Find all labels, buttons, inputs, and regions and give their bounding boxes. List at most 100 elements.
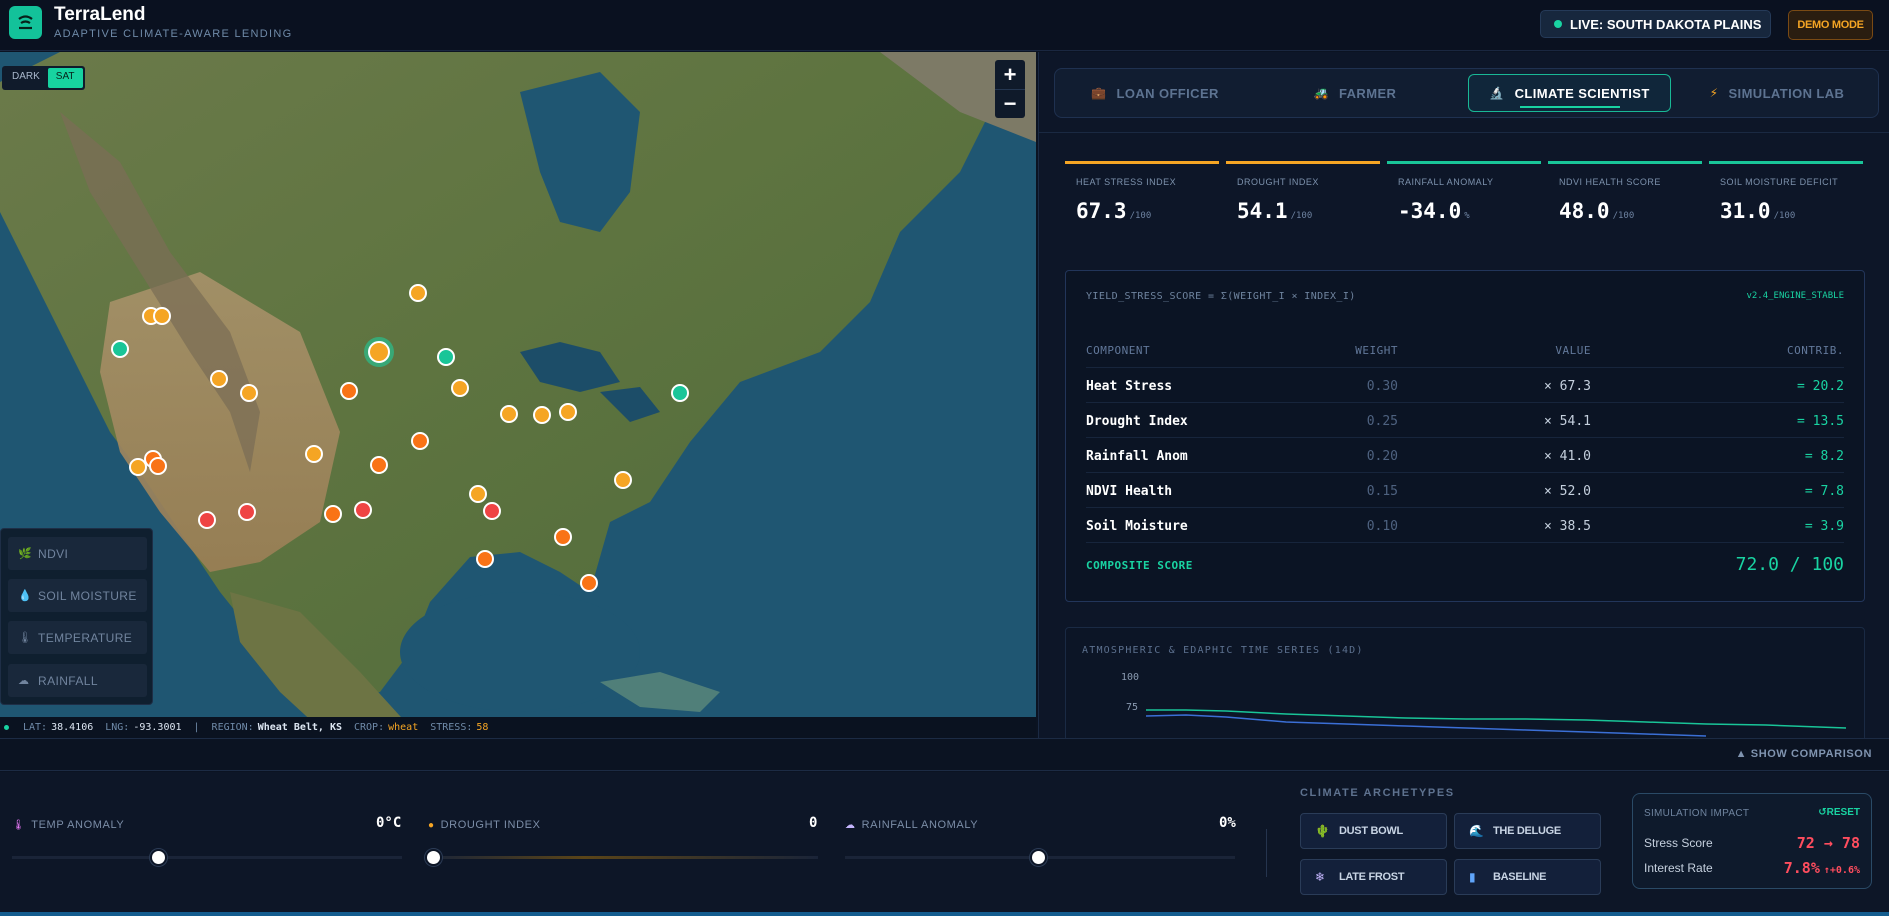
engine-version: v2.4_ENGINE_STABLE [1746, 291, 1844, 301]
live-region-badge[interactable]: LIVE: SOUTH DAKOTA PLAINS [1540, 10, 1771, 38]
leaf-icon: 🌿 [18, 548, 33, 560]
map-marker[interactable] [305, 445, 323, 463]
layer-ndvi[interactable]: 🌿 NDVI [8, 537, 147, 570]
satellite-map[interactable]: DARK SAT + − 🌿 NDVI 💧 SOIL MOISTURE 🌡 TE… [0, 52, 1036, 738]
map-marker[interactable] [198, 511, 216, 529]
col-weight: WEIGHT [1355, 344, 1398, 357]
map-style-sat[interactable]: SAT [47, 68, 83, 88]
panel-divider [1039, 132, 1889, 133]
yield-stress-formula-card: YIELD_STRESS_SCORE = Σ(WEIGHT_I × INDEX_… [1065, 270, 1865, 602]
map-marker[interactable] [671, 384, 689, 402]
zoom-out-button[interactable]: − [995, 89, 1025, 118]
tab-climate-scientist[interactable]: 🔬 CLIMATE SCIENTIST [1468, 74, 1671, 112]
metric-value: -34.0% [1398, 199, 1470, 223]
map-marker[interactable] [153, 307, 171, 325]
drought-index-thumb[interactable] [425, 849, 442, 866]
live-region-label: LIVE: SOUTH DAKOTA PLAINS [1570, 16, 1762, 32]
map-marker[interactable] [354, 501, 372, 519]
map-status-bar: LAT: 38.4106 LNG: -93.3001 | REGION: Wheat … [0, 717, 1036, 738]
tab-label: CLIMATE SCIENTIST [1514, 85, 1650, 101]
map-marker[interactable] [409, 284, 427, 302]
map-layers-panel: 🌿 NDVI 💧 SOIL MOISTURE 🌡 TEMPERATURE ☁ R… [0, 528, 153, 705]
demo-mode-button[interactable]: DEMO MODE [1788, 10, 1873, 40]
zoom-in-button[interactable]: + [995, 60, 1025, 89]
map-marker[interactable] [469, 485, 487, 503]
archetype-the-deluge[interactable]: 🌊 THE DELUGE [1454, 813, 1601, 849]
metric-ndvi: NDVI HEALTH SCORE 48.0/100 [1548, 161, 1702, 233]
timeseries-panel: ATMOSPHERIC & EDAPHIC TIME SERIES (14D) … [1065, 627, 1865, 738]
map-marker[interactable] [238, 503, 256, 521]
lng-value: -93.3001 [133, 722, 182, 733]
metric-label: SOIL MOISTURE DEFICIT [1720, 177, 1839, 187]
archetype-late-frost[interactable]: ❄ LATE FROST [1300, 859, 1447, 895]
composite-label: COMPOSITE SCORE [1086, 559, 1193, 572]
layer-temperature[interactable]: 🌡 TEMPERATURE [8, 621, 147, 654]
app-tagline: ADAPTIVE CLIMATE-AWARE LENDING [54, 28, 293, 40]
archetype-dust-bowl[interactable]: 🌵 DUST BOWL [1300, 813, 1447, 849]
rainfall-anomaly-thumb[interactable] [1030, 849, 1047, 866]
map-marker[interactable] [614, 471, 632, 489]
lng-label: LNG: [105, 722, 130, 733]
drought-index-track[interactable] [428, 856, 818, 859]
map-marker[interactable] [210, 370, 228, 388]
map-marker-selected[interactable] [368, 341, 390, 363]
map-marker[interactable] [476, 550, 494, 568]
timeseries-title: ATMOSPHERIC & EDAPHIC TIME SERIES (14D) [1082, 645, 1364, 656]
layer-soil-moisture[interactable]: 💧 SOIL MOISTURE [8, 579, 147, 612]
map-style-dark[interactable]: DARK [4, 68, 48, 88]
map-marker[interactable] [340, 382, 358, 400]
row-weight: 0.25 [1366, 414, 1398, 429]
stress-label: STRESS: [430, 722, 473, 733]
impact-rate-label: Interest Rate [1644, 861, 1713, 875]
tab-loan-officer[interactable]: 💼 LOAN OFFICER [1060, 74, 1250, 112]
app-header: TerraLend ADAPTIVE CLIMATE-AWARE LENDING… [0, 0, 1889, 51]
tab-label: FARMER [1339, 85, 1397, 101]
map-marker[interactable] [129, 458, 147, 476]
tab-farmer[interactable]: 🚜 FARMER [1260, 74, 1450, 112]
map-marker[interactable] [559, 403, 577, 421]
reset-button[interactable]: ↺RESET [1818, 807, 1860, 818]
row-contrib: = 8.2 [1804, 449, 1844, 464]
col-value: VALUE [1555, 344, 1591, 357]
map-marker[interactable] [580, 574, 598, 592]
map-marker[interactable] [240, 384, 258, 402]
map-marker[interactable] [324, 505, 342, 523]
controls-divider [1266, 829, 1267, 877]
map-marker[interactable] [111, 340, 129, 358]
simulation-controls: 🌡 TEMP ANOMALY 0°C ● DROUGHT INDEX 0 ☁ R… [0, 772, 1889, 912]
impact-stress-row: Stress Score 72 → 78 [1644, 834, 1860, 852]
map-marker[interactable] [370, 456, 388, 474]
table-row: Soil Moisture 0.10 × 38.5 = 3.9 [1086, 508, 1844, 543]
archetypes-title: CLIMATE ARCHETYPES [1300, 787, 1455, 799]
map-marker[interactable] [451, 379, 469, 397]
row-weight: 0.30 [1366, 379, 1398, 394]
archetype-baseline[interactable]: ▮ BASELINE [1454, 859, 1601, 895]
app-title: TerraLend [54, 4, 146, 25]
map-marker[interactable] [411, 432, 429, 450]
temp-anomaly-thumb[interactable] [150, 849, 167, 866]
layer-rainfall[interactable]: ☁ RAINFALL [8, 664, 147, 697]
snowflake-icon: ❄ [1315, 870, 1325, 884]
show-comparison-button[interactable]: ▲ SHOW COMPARISON [1736, 748, 1872, 760]
tab-simulation-lab[interactable]: ⚡ SIMULATION LAB [1682, 74, 1872, 112]
metric-rainfall-anomaly: RAINFALL ANOMALY -34.0% [1387, 161, 1541, 233]
map-marker[interactable] [437, 348, 455, 366]
metric-soil-moisture: SOIL MOISTURE DEFICIT 31.0/100 [1709, 161, 1863, 233]
app-logo [9, 6, 42, 39]
archetype-label: BASELINE [1493, 871, 1547, 883]
map-marker[interactable] [533, 406, 551, 424]
map-style-toggle[interactable]: DARK SAT [2, 66, 85, 90]
map-marker[interactable] [554, 528, 572, 546]
lightning-icon: ⚡ [1709, 86, 1719, 100]
metric-label: NDVI HEALTH SCORE [1559, 177, 1661, 187]
metric-value: 54.1/100 [1237, 199, 1313, 223]
slider-label: TEMP ANOMALY [31, 819, 125, 831]
map-marker[interactable] [500, 405, 518, 423]
map-marker[interactable] [149, 457, 167, 475]
microscope-icon: 🔬 [1489, 86, 1505, 100]
temp-anomaly-track[interactable] [12, 856, 402, 859]
map-marker[interactable] [483, 502, 501, 520]
row-contrib: = 13.5 [1797, 414, 1844, 429]
composite-value: 72.0 / 100 [1735, 554, 1844, 575]
cactus-icon: 🌵 [1315, 824, 1330, 838]
